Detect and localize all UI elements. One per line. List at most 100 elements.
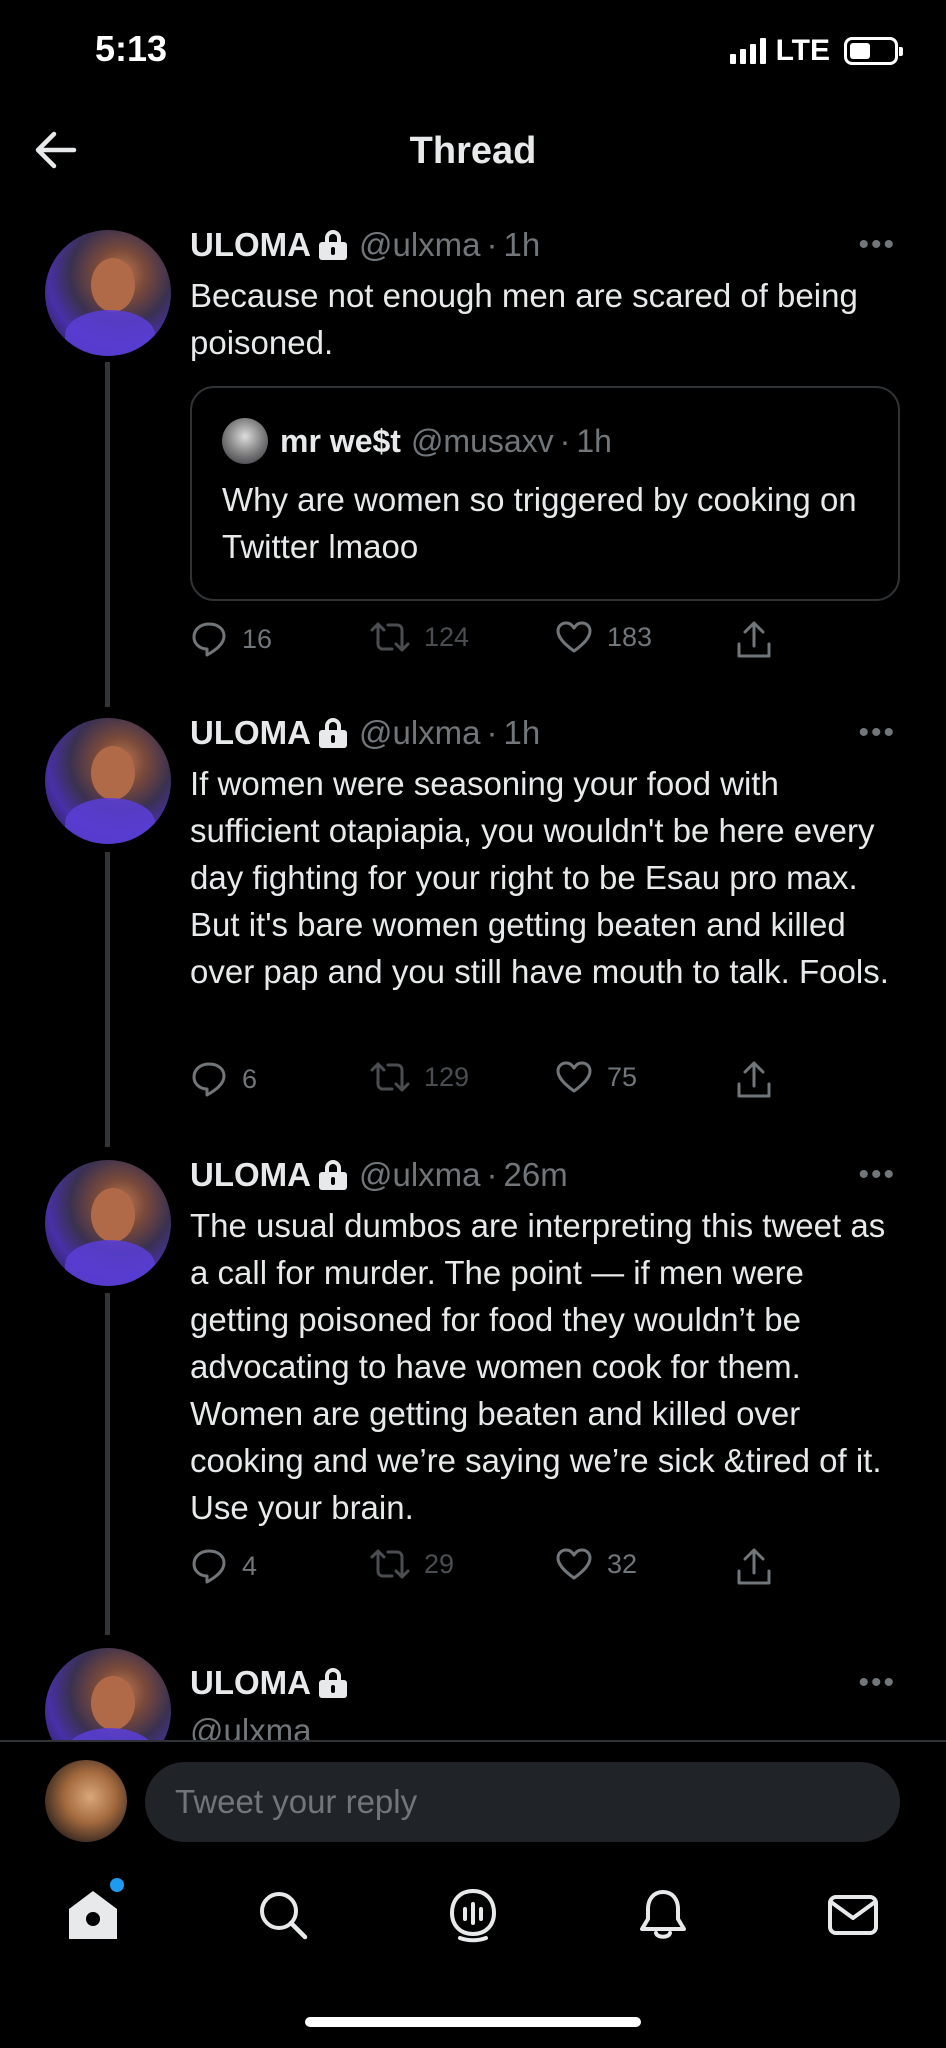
separator: · xyxy=(559,422,571,459)
reply-input[interactable] xyxy=(145,1762,900,1842)
retweet-button[interactable]: 124 xyxy=(370,620,469,654)
reply-icon xyxy=(192,1062,226,1097)
quote-tweet[interactable]: mr we$t @musaxv · 1h Why are women so tr… xyxy=(190,386,900,601)
tweet-header: ULOMA @ulxma · 1h xyxy=(190,226,540,264)
heart-icon xyxy=(556,1548,592,1580)
quote-display-name: mr we$t xyxy=(280,422,401,459)
thread-screen: 5:13 LTE Thread ULOMA @ulxma · 1h ••• Be… xyxy=(0,0,946,2048)
tweet-text: The usual dumbos are interpreting this t… xyxy=(190,1207,886,1526)
network-label: LTE xyxy=(775,34,830,67)
home-icon xyxy=(69,1891,117,1939)
timestamp: 1h xyxy=(503,714,541,751)
like-button[interactable]: 183 xyxy=(555,620,652,654)
display-name[interactable]: ULOMA xyxy=(190,226,311,264)
avatar[interactable] xyxy=(45,1648,171,1740)
status-bar: 5:13 LTE xyxy=(0,0,946,100)
thread-line xyxy=(105,1293,110,1635)
retweet-count: 29 xyxy=(424,1548,455,1579)
retweet-icon xyxy=(370,1549,410,1579)
reply-count: 16 xyxy=(242,623,273,654)
username[interactable]: @ulxma xyxy=(359,714,481,752)
tab-notifications[interactable] xyxy=(628,1880,698,1950)
tweet-header: ULOMA xyxy=(190,1664,359,1702)
tweet-header: ULOMA @ulxma · 1h xyxy=(190,714,540,752)
user-avatar[interactable] xyxy=(45,1760,127,1842)
nav-header: Thread xyxy=(0,110,946,190)
reply-icon xyxy=(192,622,226,657)
tab-search[interactable] xyxy=(248,1880,318,1950)
share-icon xyxy=(737,621,771,658)
retweet-button[interactable]: 29 xyxy=(370,1547,454,1581)
avatar[interactable] xyxy=(45,1160,171,1286)
reply-icon xyxy=(192,1549,226,1584)
username[interactable]: @ulxma xyxy=(359,226,481,264)
like-count: 32 xyxy=(607,1548,638,1579)
tweet-text: Because not enough men are scared of bei… xyxy=(190,277,858,361)
separator: · xyxy=(486,1156,498,1193)
like-button[interactable]: 75 xyxy=(555,1060,637,1094)
search-icon xyxy=(260,1892,308,1940)
status-indicators: LTE xyxy=(729,34,903,68)
quote-timestamp: 1h xyxy=(576,422,612,459)
tab-spaces[interactable] xyxy=(438,1880,508,1950)
tweet-header: ULOMA @ulxma · 26m xyxy=(190,1156,568,1194)
display-name[interactable]: ULOMA xyxy=(190,1664,311,1702)
retweet-icon xyxy=(370,622,410,652)
heart-icon xyxy=(556,1061,592,1093)
avatar[interactable] xyxy=(45,718,171,844)
retweet-count: 129 xyxy=(424,1061,470,1092)
more-options-icon[interactable]: ••• xyxy=(858,228,896,262)
notification-dot xyxy=(110,1878,124,1892)
spaces-icon xyxy=(449,1888,497,1943)
username[interactable]: @ulxma xyxy=(190,1712,312,1740)
separator: · xyxy=(486,714,498,751)
lock-icon xyxy=(318,230,347,260)
quote-header: mr we$t @musaxv · 1h xyxy=(222,418,612,464)
avatar[interactable] xyxy=(45,230,171,356)
lock-icon xyxy=(318,1160,347,1190)
reply-button[interactable]: 6 xyxy=(190,1060,257,1098)
username[interactable]: @ulxma xyxy=(359,1156,481,1194)
tweet[interactable]: ULOMA ••• @ulxma xyxy=(0,1640,946,1740)
tab-home[interactable] xyxy=(58,1878,128,1950)
like-count: 75 xyxy=(607,1061,638,1092)
share-icon xyxy=(737,1548,771,1585)
retweet-icon xyxy=(370,1062,410,1092)
signal-icon xyxy=(729,38,766,64)
separator: · xyxy=(486,226,498,263)
display-name[interactable]: ULOMA xyxy=(190,1156,311,1194)
battery-icon xyxy=(844,37,903,65)
lock-icon xyxy=(318,1668,347,1698)
share-button[interactable] xyxy=(735,1547,773,1587)
mail-icon xyxy=(828,1895,878,1935)
more-options-icon[interactable]: ••• xyxy=(858,716,896,750)
tab-bar xyxy=(0,1860,946,1980)
thread-line xyxy=(105,852,110,1147)
thread-line xyxy=(105,362,110,707)
timestamp: 26m xyxy=(503,1156,568,1193)
quote-avatar xyxy=(222,418,268,464)
tweet-text: If women were seasoning your food with s… xyxy=(190,765,889,990)
tweet-actions: 4 29 32 xyxy=(190,1547,800,1591)
reply-button[interactable]: 4 xyxy=(190,1547,257,1585)
reply-bar xyxy=(0,1740,946,1860)
heart-icon xyxy=(556,621,592,653)
quote-text: Why are women so triggered by cooking on… xyxy=(222,481,857,565)
like-button[interactable]: 32 xyxy=(555,1547,637,1581)
page-title: Thread xyxy=(409,130,537,172)
tweet-actions: 16 124 183 xyxy=(190,620,800,664)
share-button[interactable] xyxy=(735,620,773,660)
more-options-icon[interactable]: ••• xyxy=(858,1666,896,1700)
tab-messages[interactable] xyxy=(818,1880,888,1950)
retweet-count: 124 xyxy=(424,621,470,652)
reply-count: 4 xyxy=(242,1550,258,1581)
quote-username: @musaxv xyxy=(410,422,554,459)
display-name[interactable]: ULOMA xyxy=(190,714,311,752)
reply-button[interactable]: 16 xyxy=(190,620,272,658)
home-indicator xyxy=(305,2017,641,2027)
more-options-icon[interactable]: ••• xyxy=(858,1158,896,1192)
status-time: 5:13 xyxy=(95,28,168,69)
retweet-button[interactable]: 129 xyxy=(370,1060,469,1094)
timestamp: 1h xyxy=(503,226,541,263)
share-button[interactable] xyxy=(735,1060,773,1100)
